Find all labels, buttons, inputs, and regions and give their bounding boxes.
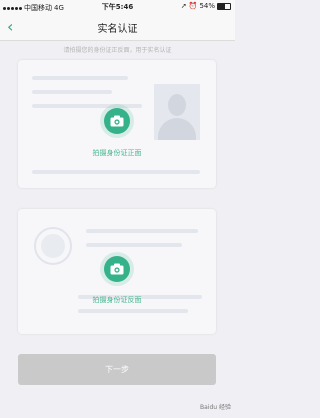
battery-label: 54% [199,2,215,10]
battery-icon [217,2,231,10]
emblem-inner-shape [41,234,65,258]
watermark: Baidu 经验 [200,404,231,411]
placeholder-line [86,229,198,233]
placeholder-line [32,104,142,108]
id-back-card[interactable]: 拍摄身份证反面 [18,209,216,334]
page-title: 实名认证 [97,24,138,35]
alarm-icon: ⏰ [188,2,198,10]
instruction-text: 请拍摄您的身份证正反面，用于实名认证 [63,47,172,54]
camera-icon [110,263,124,275]
front-card-label: 拍摄身份证正面 [92,149,142,157]
status-bar: 中国移动 4G 下午5:46 ➚ ⏰ 54% [0,0,235,14]
location-icon: ➚ [180,2,187,10]
navigation-bar: ‹ 实名认证 [0,14,235,41]
camera-button-front[interactable] [104,108,130,134]
id-front-card[interactable]: 拍摄身份证正面 [18,60,216,188]
placeholder-line [32,76,128,80]
portrait-silhouette-icon [154,84,200,140]
status-right: ➚ ⏰ 54% [181,2,231,10]
placeholder-line [32,170,200,174]
camera-button-back[interactable] [104,256,130,282]
placeholder-line [86,243,182,247]
back-card-label: 拍摄身份证反面 [92,296,142,304]
next-step-button[interactable]: 下一步 [18,354,216,385]
camera-icon [110,115,124,127]
placeholder-line [32,90,112,94]
placeholder-line [78,309,188,313]
